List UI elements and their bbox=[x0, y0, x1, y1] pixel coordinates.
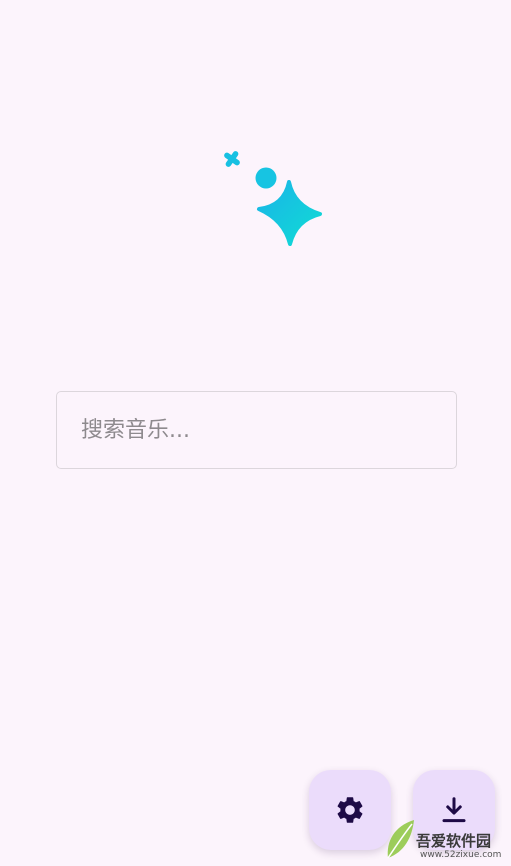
app-screen: 吾爱软件园 www.52zixue.com bbox=[0, 0, 511, 866]
settings-button[interactable] bbox=[309, 770, 391, 850]
download-button[interactable] bbox=[413, 770, 495, 850]
sparkle-icon bbox=[218, 146, 328, 250]
search-input[interactable] bbox=[79, 416, 456, 444]
watermark-url: www.52zixue.com bbox=[420, 850, 502, 860]
gear-icon bbox=[334, 794, 366, 826]
search-field[interactable] bbox=[56, 391, 457, 469]
download-icon bbox=[439, 795, 469, 825]
